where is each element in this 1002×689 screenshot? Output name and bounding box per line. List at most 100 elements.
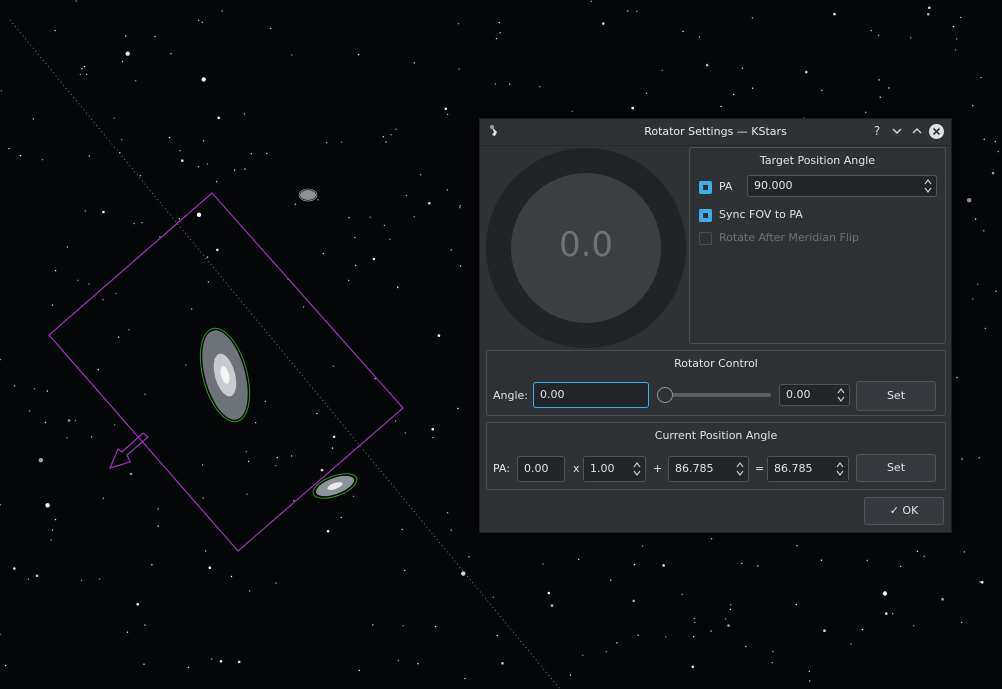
star [610, 579, 612, 581]
ok-label: OK [902, 504, 919, 517]
star [115, 292, 117, 295]
star [8, 147, 10, 150]
star [978, 457, 980, 459]
star [178, 218, 181, 220]
current-pa-value: 0.00 [524, 462, 549, 475]
star [501, 662, 504, 665]
star [885, 612, 888, 615]
star [84, 210, 87, 212]
angle-input[interactable]: 0.00 [533, 382, 649, 408]
spin-arrows-icon[interactable] [923, 177, 933, 195]
star [627, 10, 629, 12]
star [823, 629, 826, 632]
star [0, 90, 3, 92]
star [724, 618, 727, 620]
star [211, 658, 213, 660]
star [821, 89, 823, 92]
star [136, 602, 139, 606]
star [805, 70, 808, 74]
star [97, 369, 100, 371]
star [578, 558, 580, 561]
meridian-line [9, 19, 561, 689]
multiplier-spinbox[interactable]: 1.00 [583, 456, 646, 482]
close-button[interactable] [929, 124, 944, 139]
chevron-up-icon [912, 128, 922, 134]
star [354, 264, 357, 267]
star [833, 12, 836, 16]
star [102, 210, 105, 214]
current-pa-label: PA: [493, 462, 510, 475]
star [865, 111, 867, 114]
star [913, 625, 915, 627]
star [170, 53, 172, 55]
star [80, 579, 83, 582]
maximize-button[interactable] [909, 123, 925, 139]
offset-value: 86.785 [675, 462, 714, 475]
star [385, 141, 387, 143]
star [44, 421, 47, 424]
star [870, 29, 872, 32]
star [83, 65, 86, 68]
star [428, 201, 431, 205]
star [820, 559, 823, 561]
star [157, 508, 159, 510]
star [202, 497, 204, 499]
star [431, 427, 435, 431]
angle-slider-handle[interactable] [657, 387, 673, 403]
star [291, 54, 293, 56]
star [206, 163, 209, 165]
star [977, 283, 979, 285]
star [275, 582, 277, 584]
result-spinbox[interactable]: 86.785 [767, 456, 849, 482]
star [197, 166, 200, 168]
star [322, 252, 324, 255]
star [705, 63, 709, 67]
spin-arrows-icon[interactable] [632, 460, 642, 478]
position-angle-dial[interactable]: 0.0 [486, 148, 686, 348]
star [729, 608, 732, 611]
rotator-control-title: Rotator Control [674, 357, 758, 370]
chevron-down-icon [892, 128, 902, 134]
star [694, 621, 696, 624]
star [54, 270, 57, 272]
star [113, 117, 115, 119]
angle-input-value: 0.00 [540, 388, 565, 401]
star [458, 68, 460, 70]
star [404, 569, 406, 572]
star [354, 236, 356, 239]
star [459, 207, 461, 209]
offset-spinbox[interactable]: 86.785 [668, 456, 749, 482]
ok-button[interactable]: ✓ OK [864, 497, 944, 525]
star [254, 422, 257, 424]
star [168, 136, 171, 139]
star [662, 564, 665, 567]
star [741, 562, 743, 565]
star [247, 460, 250, 463]
star [972, 298, 974, 300]
star [217, 116, 220, 120]
star [290, 455, 293, 457]
star [79, 73, 82, 76]
spin-arrows-icon[interactable] [836, 386, 846, 404]
help-button[interactable]: ? [869, 123, 885, 139]
target-pa-spinbox[interactable]: 90.000 [747, 175, 937, 197]
spin-arrows-icon[interactable] [735, 460, 745, 478]
star [979, 581, 981, 583]
spin-arrows-icon[interactable] [835, 460, 845, 478]
sync-fov-checkbox[interactable] [699, 209, 712, 222]
angle-slider-track[interactable] [665, 393, 771, 397]
star [402, 625, 404, 627]
rotator-set-button[interactable]: Set [856, 381, 936, 411]
star [991, 171, 995, 175]
minimize-button[interactable] [889, 123, 905, 139]
angle-spinbox[interactable]: 0.00 [779, 384, 850, 406]
current-set-button[interactable]: Set [856, 454, 936, 482]
check-icon: ✓ [889, 504, 899, 517]
title-bar[interactable]: Rotator Settings — KStars ? [480, 119, 951, 146]
star [125, 51, 130, 56]
pa-checkbox[interactable] [699, 181, 712, 194]
star [358, 669, 360, 672]
star [197, 19, 200, 22]
star [772, 650, 774, 653]
star [28, 410, 31, 412]
